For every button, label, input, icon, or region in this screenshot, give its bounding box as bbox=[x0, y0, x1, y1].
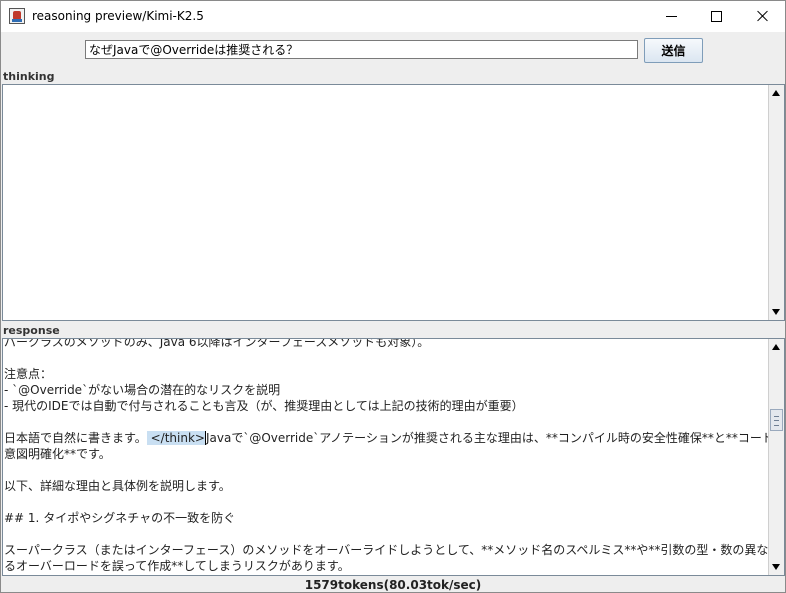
window-title: reasoning preview/Kimi-K2.5 bbox=[32, 9, 204, 23]
think-before-text: 日本語で自然に書きます。 bbox=[4, 431, 147, 445]
scroll-up-arrow-icon[interactable] bbox=[772, 90, 780, 96]
thinking-scrollbar[interactable] bbox=[768, 85, 784, 320]
title-bar: reasoning preview/Kimi-K2.5 bbox=[1, 1, 785, 32]
response-line bbox=[4, 350, 768, 366]
send-button[interactable]: 送信 bbox=[644, 38, 703, 63]
java-app-icon bbox=[9, 8, 25, 24]
response-line: 以下、詳細な理由と具体例を説明します。 bbox=[4, 479, 231, 493]
response-line: ## 1. タイポやシグネチャの不一致を防ぐ bbox=[4, 511, 236, 525]
maximize-icon[interactable] bbox=[694, 1, 739, 32]
response-line bbox=[4, 462, 768, 478]
thinking-textarea[interactable] bbox=[2, 84, 785, 321]
thinking-label: thinking bbox=[3, 70, 55, 83]
scroll-down-arrow-icon[interactable] bbox=[772, 309, 780, 315]
app-window: reasoning preview/Kimi-K2.5 送信 thinking … bbox=[0, 0, 786, 593]
think-after-text: Javaで`@Override`アノテーションが推奨される主な理由は、**コンパ… bbox=[205, 431, 768, 445]
response-line: - `@Override`がない場合の潜在的なリスクを説明 bbox=[4, 383, 281, 397]
response-line: - 現代のIDEでは自動で付与されることも言及（が、推奨理由としては上記の技術的… bbox=[4, 399, 524, 413]
response-line bbox=[4, 414, 768, 430]
scroll-up-arrow-icon[interactable] bbox=[772, 344, 780, 350]
response-label: response bbox=[3, 324, 60, 337]
scroll-down-arrow-icon[interactable] bbox=[772, 564, 780, 570]
response-line: 意図明確化**です。 bbox=[4, 447, 111, 461]
response-line: 注意点： bbox=[4, 367, 53, 381]
response-content: パークラスのメソッドのみ、Java 6以降はインターフェースメソッドも対象）。 … bbox=[4, 338, 768, 574]
response-scrollbar[interactable] bbox=[768, 339, 784, 575]
response-line: るオーバーロードを誤って作成**してしまうリスクがあります。 bbox=[4, 559, 350, 573]
query-input[interactable] bbox=[85, 40, 638, 59]
response-line bbox=[4, 526, 768, 542]
response-line bbox=[4, 494, 768, 510]
response-textarea[interactable]: パークラスのメソッドのみ、Java 6以降はインターフェースメソッドも対象）。 … bbox=[2, 338, 785, 576]
minimize-icon[interactable] bbox=[649, 1, 694, 32]
scroll-thumb[interactable] bbox=[770, 409, 783, 431]
response-line: パークラスのメソッドのみ、Java 6以降はインターフェースメソッドも対象）。 bbox=[4, 338, 430, 349]
response-line-think: 日本語で自然に書きます。 </think>Javaで`@Override`アノテ… bbox=[4, 430, 768, 446]
think-end-tag: </think> bbox=[146, 431, 206, 445]
response-line: スーパークラス（またはインターフェース）のメソッドをオーバーライドしようとして、… bbox=[4, 543, 768, 557]
close-icon[interactable] bbox=[740, 1, 785, 32]
token-status: 1579tokens(80.03tok/sec) bbox=[304, 578, 482, 592]
